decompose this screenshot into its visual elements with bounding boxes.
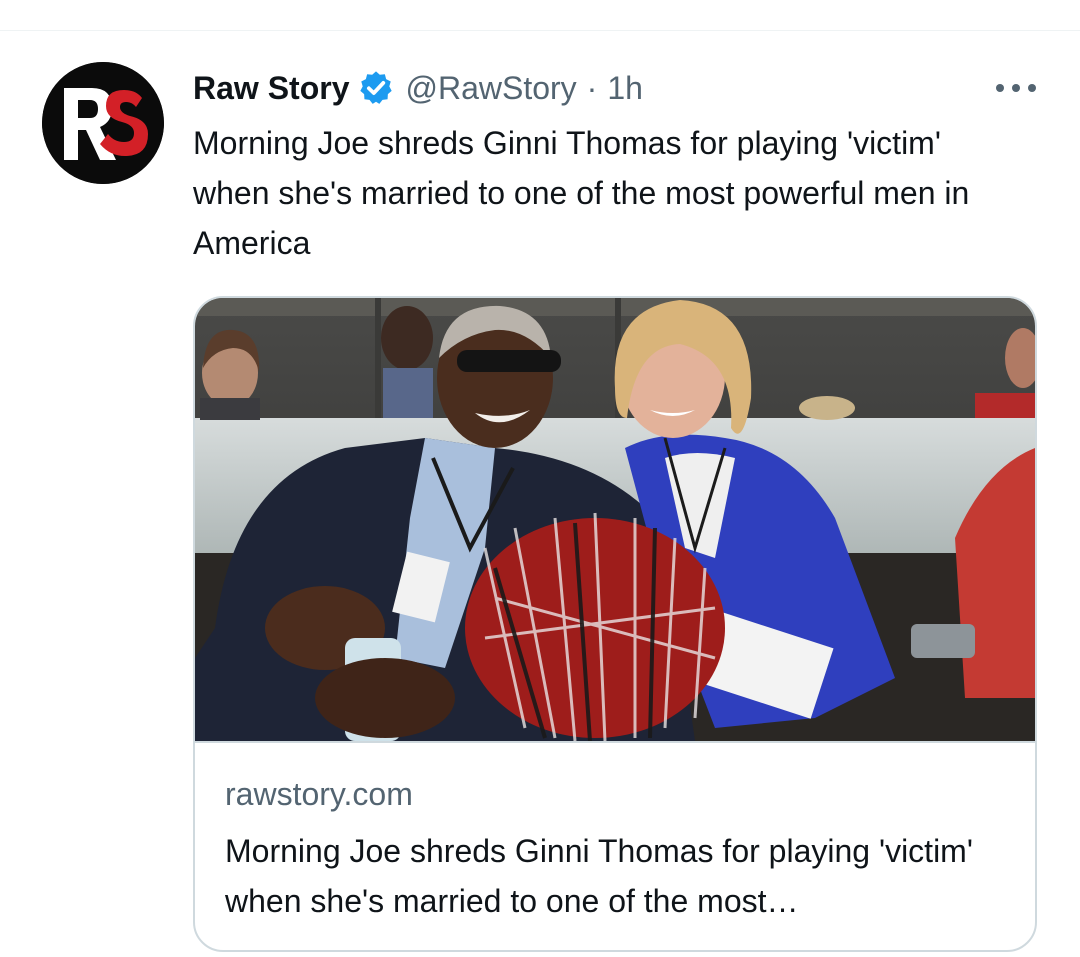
- page: Raw Story @RawStory · 1h Morning Joe shr…: [0, 0, 1080, 957]
- tweet-header: Raw Story @RawStory · 1h: [193, 66, 643, 110]
- card-title: Morning Joe shreds Ginni Thomas for play…: [225, 833, 973, 919]
- tweet-timestamp[interactable]: 1h: [607, 70, 643, 107]
- card-photo: [195, 298, 1035, 741]
- more-options-icon[interactable]: [996, 78, 1036, 98]
- author-handle[interactable]: @RawStory: [405, 70, 576, 107]
- more-dot: [1028, 84, 1036, 92]
- link-preview-card[interactable]: rawstory.com Morning Joe shreds Ginni Th…: [193, 296, 1037, 952]
- author-avatar[interactable]: [42, 62, 164, 184]
- more-dot: [1012, 84, 1020, 92]
- card-image[interactable]: [195, 298, 1035, 741]
- author-display-name[interactable]: Raw Story: [193, 70, 349, 107]
- card-domain: rawstory.com: [225, 776, 413, 812]
- tweet-text: Morning Joe shreds Ginni Thomas for play…: [193, 125, 970, 261]
- verified-badge-icon: [360, 71, 393, 104]
- header-separator: ·: [586, 69, 598, 106]
- more-dot: [996, 84, 1004, 92]
- rs-logo-icon: [42, 62, 164, 184]
- card-separator: [195, 741, 1035, 743]
